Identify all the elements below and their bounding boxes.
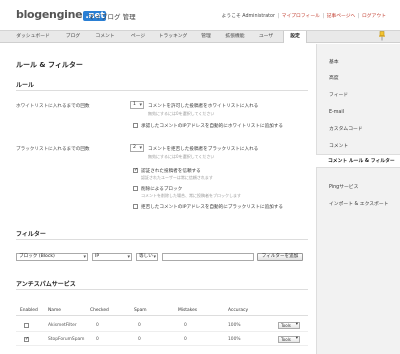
settings-sidebar: 基本 高度 フィード E-mail カスタムコード コメント コメント ルール … <box>316 44 400 354</box>
col-checked: Checked <box>90 308 109 313</box>
tools-dropdown[interactable]: Tools <box>278 322 300 329</box>
divider <box>16 239 308 240</box>
sidebar-item-comments[interactable]: コメント <box>317 140 400 154</box>
nav-comments[interactable]: コメント <box>90 31 120 43</box>
whitelist-count-select[interactable]: 1 <box>130 101 144 109</box>
col-accuracy: Accuracy <box>228 308 249 313</box>
nav-dashboard[interactable]: ダッシュボード <box>14 31 52 43</box>
mistakes-count: 0 <box>184 337 187 342</box>
welcome-text: ようこそ Administrator <box>221 14 275 19</box>
col-spam: Spam <box>134 308 147 313</box>
col-name: Name <box>48 308 61 313</box>
pushpin-icon[interactable] <box>378 31 386 41</box>
top-header: blogengine .net マイブログ 管理 ようこそ Administrat… <box>0 0 400 28</box>
sidebar-item-import-export[interactable]: インポート & エクスポート <box>317 198 400 212</box>
whitelist-hint: 無効にするには0を選択してください <box>148 111 215 116</box>
enabled-checkbox[interactable] <box>24 323 29 328</box>
filter-action-select[interactable]: ブロック (Block) <box>16 253 88 261</box>
user-bar: ようこそ Administrator | マイプロフィール | 記事ページへ |… <box>221 14 386 19</box>
enabled-checkbox[interactable] <box>24 336 29 342</box>
block-on-delete-checkbox[interactable] <box>133 186 138 191</box>
sidebar-item-basic[interactable]: 基本 <box>317 56 400 70</box>
antispam-heading: アンチスパムサービス <box>16 281 76 288</box>
service-name: AkismetFilter <box>48 323 77 328</box>
logo-main-text: blogengine <box>16 8 83 21</box>
col-mistakes: Mistakes <box>178 308 198 313</box>
checked-count: 0 <box>96 323 99 328</box>
tools-dropdown[interactable]: Tools <box>278 336 300 343</box>
add-filter-button[interactable]: フィルターを追加 <box>257 253 303 261</box>
divider <box>16 90 308 91</box>
site-title: マイブログ 管理 <box>88 13 136 21</box>
sidebar-item-ping-services[interactable]: Pingサービス <box>317 181 400 195</box>
main-nav: ダッシュボード ブログ コメント ページ トラッキング 管理 拡張機能 ユーザ … <box>0 30 400 43</box>
block-on-delete-hint: コメントを削除した場合、常に投稿者をブロックします <box>141 193 241 198</box>
filter-operator-select[interactable]: 等しい <box>136 253 158 261</box>
filter-value-input[interactable] <box>162 253 254 261</box>
nav-settings[interactable]: 設定 <box>283 31 307 43</box>
spam-count: 0 <box>138 323 141 328</box>
accuracy-value: 100% <box>228 323 241 328</box>
auto-blacklist-text: 拒否したコメントのIPアドレスを自動的にブラックリストに追加する <box>141 205 283 210</box>
table-row: AkismetFilter 0 0 0 100% Tools <box>16 320 308 332</box>
blacklist-hint: 無効にするには0を選択してください <box>148 154 215 159</box>
blacklist-label: ブラックリストに入れるまでの回数 <box>16 147 90 152</box>
sidebar-item-custom-code[interactable]: カスタムコード <box>317 123 400 137</box>
col-enabled: Enabled <box>20 308 38 313</box>
accuracy-value: 100% <box>228 337 241 342</box>
page-title: ルール & フィルター <box>16 61 83 69</box>
sidebar-item-advanced[interactable]: 高度 <box>317 72 400 86</box>
nav-users[interactable]: ユーザ <box>254 31 278 43</box>
nav-manage[interactable]: 管理 <box>196 31 216 43</box>
nav-blog[interactable]: ブログ <box>60 31 86 43</box>
auto-whitelist-text: 承認したコメントのIPアドレスを自動的にホワイトリストに追加する <box>141 124 283 129</box>
sidebar-item-comment-rules[interactable]: コメント ルール & フィルター <box>316 154 400 168</box>
divider <box>16 289 308 290</box>
blacklist-text: コメントを拒否した投稿者をブラックリストに入れる <box>148 147 259 152</box>
service-name: StopForumSpam <box>48 337 85 342</box>
filter-field-select[interactable]: IP <box>92 253 132 261</box>
auto-whitelist-checkbox[interactable] <box>133 123 138 128</box>
mistakes-count: 0 <box>184 323 187 328</box>
my-profile-link[interactable]: マイプロフィール <box>282 14 320 19</box>
filters-heading: フィルター <box>16 231 46 238</box>
view-blog-link[interactable]: 記事ページへ <box>327 14 356 19</box>
trust-authenticated-hint: 認証されたユーザーは常に信頼されます <box>141 175 213 180</box>
trust-authenticated-text: 認証された投稿者を信頼する <box>141 169 201 174</box>
nav-pages[interactable]: ページ <box>124 31 152 43</box>
table-row: StopForumSpam 0 0 0 100% Tools <box>16 334 308 346</box>
nav-extensions[interactable]: 拡張機能 <box>220 31 250 43</box>
nav-tracking[interactable]: トラッキング <box>154 31 192 43</box>
auto-blacklist-checkbox[interactable] <box>133 204 138 209</box>
rules-heading: ルール <box>16 82 35 89</box>
sidebar-item-feed[interactable]: フィード <box>317 89 400 103</box>
sidebar-item-email[interactable]: E-mail <box>317 106 400 120</box>
block-on-delete-text: 削除によるブロック <box>141 187 183 192</box>
logout-link[interactable]: ログアウト <box>362 14 386 19</box>
whitelist-label: ホワイトリストに入れるまでの回数 <box>16 104 90 109</box>
whitelist-text: コメントを許可した投稿者をホワイトリストに入れる <box>148 104 259 109</box>
blacklist-count-select[interactable]: 2 <box>130 144 144 152</box>
checked-count: 0 <box>96 337 99 342</box>
table-header: Enabled Name Checked Spam Mistakes Accur… <box>16 306 308 316</box>
spam-count: 0 <box>138 337 141 342</box>
trust-authenticated-checkbox[interactable] <box>133 167 138 173</box>
